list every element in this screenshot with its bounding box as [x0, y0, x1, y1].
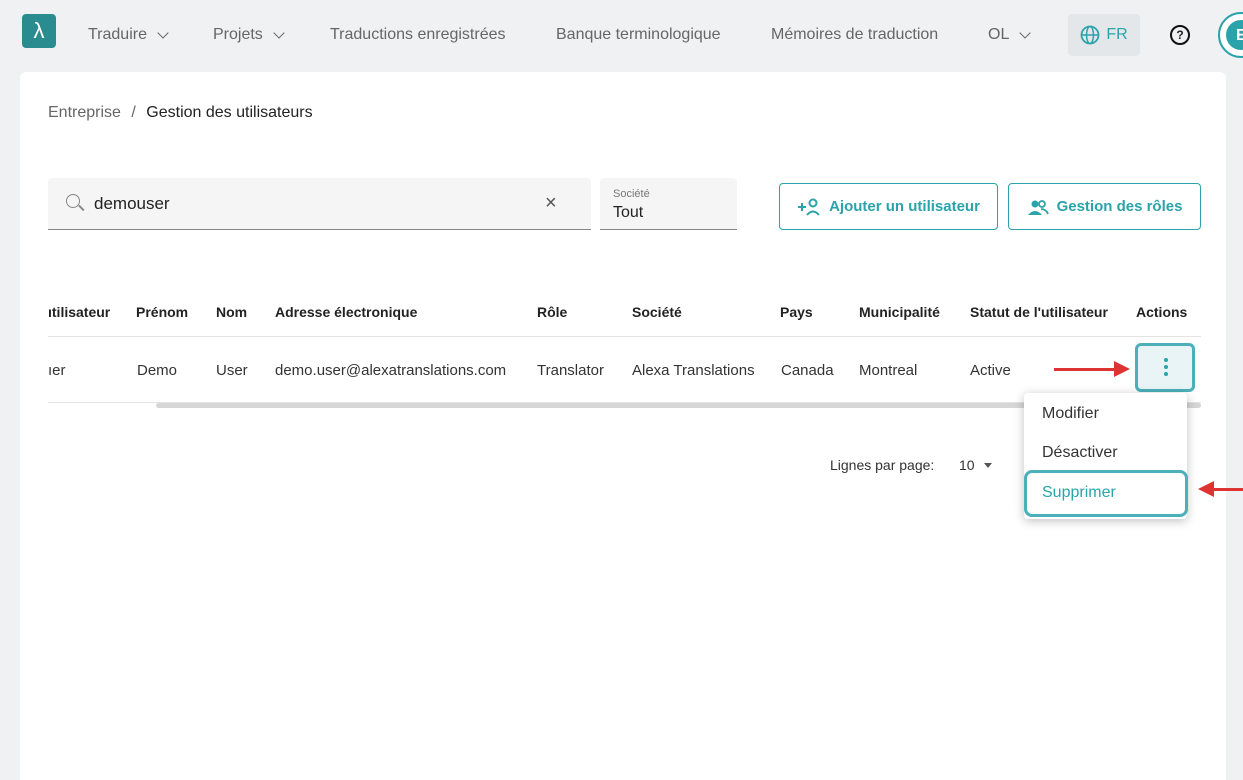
company-select-value: Tout: [613, 204, 644, 221]
menu-item-desactiver[interactable]: Désactiver: [1042, 444, 1118, 462]
chevron-down-icon: [273, 27, 285, 39]
search-icon: [66, 194, 80, 208]
header-last-name[interactable]: Nom: [216, 304, 247, 320]
chevron-down-icon: [1019, 27, 1032, 39]
breadcrumb-separator: /: [131, 104, 136, 121]
header-first-name[interactable]: Prénom: [136, 304, 188, 320]
nav-traductions-label: Traductions enregistrées: [330, 26, 506, 43]
cell-municipality: Montreal: [859, 362, 918, 379]
cell-status: Active: [970, 362, 1011, 379]
kebab-dot: [1164, 358, 1168, 362]
row-actions-button[interactable]: [1135, 343, 1195, 392]
company-select[interactable]: Société Tout: [600, 178, 737, 230]
company-select-label: Société: [613, 188, 650, 200]
header-divider: [48, 336, 1201, 337]
annotation-arrow-head: [1198, 481, 1214, 497]
people-icon: [1027, 199, 1049, 215]
search-value[interactable]: demouser: [94, 194, 170, 214]
nav-banque-label: Banque terminologique: [556, 26, 721, 43]
help-icon[interactable]: ?: [1170, 25, 1190, 45]
avatar[interactable]: E: [1218, 12, 1243, 58]
breadcrumb-current: Gestion des utilisateurs: [146, 104, 313, 121]
nav-projets[interactable]: Projets: [213, 26, 285, 44]
header-user-status[interactable]: Statut de l'utilisateur: [970, 304, 1108, 320]
cell-company: Alexa Translations: [632, 362, 755, 379]
cell-first-name: Demo: [137, 362, 178, 379]
add-user-label: Ajouter un utilisateur: [829, 198, 980, 215]
role-management-label: Gestion des rôles: [1056, 198, 1183, 215]
header-role[interactable]: Rôle: [537, 304, 567, 320]
nav-memoires-label: Mémoires de traduction: [771, 26, 939, 43]
nav-organization-label: OL: [988, 26, 1010, 43]
annotation-arrow-head: [1114, 361, 1130, 377]
cell-country: Canada: [781, 362, 834, 379]
annotation-arrow: [1054, 368, 1118, 371]
header-actions: Actions: [1136, 304, 1188, 320]
nav-banque-terminologique[interactable]: Banque terminologique: [556, 26, 721, 44]
language-label: FR: [1106, 26, 1128, 43]
kebab-dot: [1164, 372, 1168, 376]
breadcrumb-parent[interactable]: Entreprise: [48, 104, 121, 121]
close-icon[interactable]: ×: [545, 192, 557, 215]
language-button[interactable]: FR: [1068, 14, 1140, 56]
nav-organization[interactable]: OL: [988, 26, 1032, 44]
nav-memoires-traduction[interactable]: Mémoires de traduction: [771, 26, 938, 44]
cell-email: demo.user@alexatranslations.com: [275, 362, 507, 379]
header-municipality[interactable]: Municipalité: [859, 304, 940, 320]
nav-projets-label: Projets: [213, 26, 263, 43]
header-email[interactable]: Adresse électronique: [275, 304, 417, 320]
nav-traduire[interactable]: Traduire: [88, 26, 169, 44]
rows-per-page-select[interactable]: 10: [959, 457, 975, 473]
nav-traductions-enregistrees[interactable]: Traductions enregistrées: [330, 26, 506, 44]
cell-last-name: User: [216, 362, 248, 379]
header-company[interactable]: Société: [632, 304, 682, 320]
top-nav: λ Traduire Projets Traductions enregistr…: [0, 0, 1243, 72]
add-person-icon: [798, 198, 820, 216]
kebab-dot: [1164, 365, 1168, 369]
role-management-button[interactable]: Gestion des rôles: [1008, 183, 1201, 230]
rows-per-page-label: Lignes par page:: [830, 457, 935, 473]
breadcrumb: Entreprise / Gestion des utilisateurs: [48, 104, 313, 122]
menu-item-modifier[interactable]: Modifier: [1042, 405, 1099, 423]
avatar-initial: E: [1236, 27, 1243, 44]
caret-down-icon[interactable]: [984, 463, 992, 468]
header-username[interactable]: ıtilisateur: [48, 304, 110, 320]
annotation-arrow: [1214, 488, 1243, 491]
nav-traduire-label: Traduire: [88, 26, 147, 43]
cell-username: ıer: [48, 362, 66, 379]
add-user-button[interactable]: Ajouter un utilisateur: [779, 183, 998, 230]
search-input[interactable]: demouser ×: [48, 178, 591, 230]
app-logo[interactable]: λ: [22, 14, 56, 48]
annotation-highlight: [1024, 470, 1188, 517]
cell-role: Translator: [537, 362, 604, 379]
chevron-down-icon: [157, 27, 169, 39]
globe-icon: [1080, 25, 1100, 45]
header-country[interactable]: Pays: [780, 304, 813, 320]
